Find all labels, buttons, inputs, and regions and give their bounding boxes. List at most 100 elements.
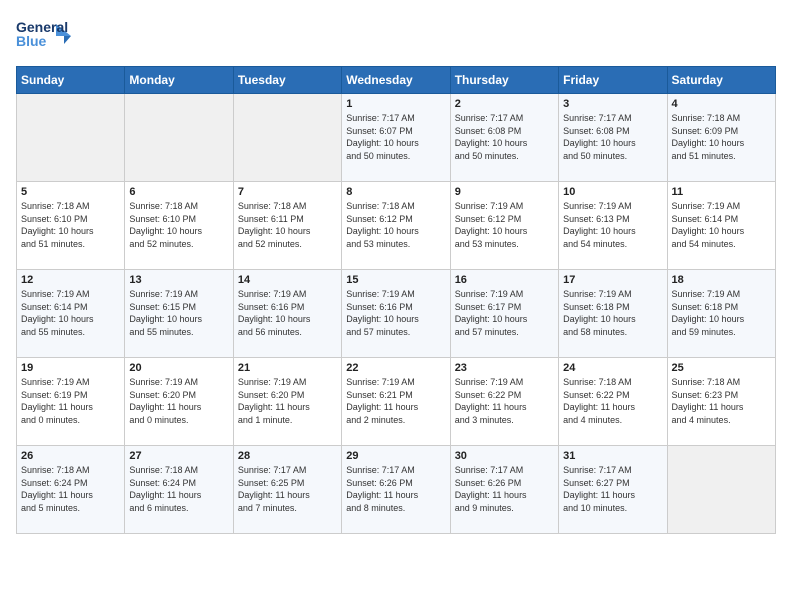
calendar-week-5: 26 Sunrise: 7:18 AM Sunset: 6:24 PM Dayli… bbox=[17, 446, 776, 534]
day-number: 29 bbox=[346, 450, 445, 462]
calendar-cell: 3 Sunrise: 7:17 AM Sunset: 6:08 PM Daylig… bbox=[559, 94, 667, 182]
day-number: 21 bbox=[238, 362, 337, 374]
calendar-cell: 22 Sunrise: 7:19 AM Sunset: 6:21 PM Dayli… bbox=[342, 358, 450, 446]
day-number: 20 bbox=[129, 362, 228, 374]
day-number: 1 bbox=[346, 98, 445, 110]
calendar-header: SundayMondayTuesdayWednesdayThursdayFrid… bbox=[17, 67, 776, 94]
day-info: Sunrise: 7:17 AM Sunset: 6:26 PM Dayligh… bbox=[455, 464, 554, 514]
logo: GeneralBlue bbox=[16, 16, 76, 56]
day-info: Sunrise: 7:19 AM Sunset: 6:16 PM Dayligh… bbox=[346, 288, 445, 338]
weekday-header-thursday: Thursday bbox=[450, 67, 558, 94]
calendar-table: SundayMondayTuesdayWednesdayThursdayFrid… bbox=[16, 66, 776, 534]
day-info: Sunrise: 7:19 AM Sunset: 6:18 PM Dayligh… bbox=[672, 288, 771, 338]
day-info: Sunrise: 7:19 AM Sunset: 6:19 PM Dayligh… bbox=[21, 376, 120, 426]
day-number: 7 bbox=[238, 186, 337, 198]
calendar-cell: 14 Sunrise: 7:19 AM Sunset: 6:16 PM Dayli… bbox=[233, 270, 341, 358]
calendar-cell: 28 Sunrise: 7:17 AM Sunset: 6:25 PM Dayli… bbox=[233, 446, 341, 534]
day-info: Sunrise: 7:19 AM Sunset: 6:14 PM Dayligh… bbox=[21, 288, 120, 338]
calendar-cell: 6 Sunrise: 7:18 AM Sunset: 6:10 PM Daylig… bbox=[125, 182, 233, 270]
calendar-cell: 12Sunrise: 7:19 AM Sunset: 6:14 PM Dayli… bbox=[17, 270, 125, 358]
svg-text:Blue: Blue bbox=[16, 33, 47, 49]
calendar-cell: 30 Sunrise: 7:17 AM Sunset: 6:26 PM Dayli… bbox=[450, 446, 558, 534]
calendar-week-3: 12Sunrise: 7:19 AM Sunset: 6:14 PM Dayli… bbox=[17, 270, 776, 358]
day-number: 8 bbox=[346, 186, 445, 198]
calendar-cell: 2Sunrise: 7:17 AM Sunset: 6:08 PM Daylig… bbox=[450, 94, 558, 182]
day-number: 4 bbox=[672, 98, 771, 110]
day-info: Sunrise: 7:19 AM Sunset: 6:20 PM Dayligh… bbox=[129, 376, 228, 426]
day-info: Sunrise: 7:19 AM Sunset: 6:21 PM Dayligh… bbox=[346, 376, 445, 426]
calendar-cell: 1 Sunrise: 7:17 AM Sunset: 6:07 PM Daylig… bbox=[342, 94, 450, 182]
calendar-cell: 17Sunrise: 7:19 AM Sunset: 6:18 PM Dayli… bbox=[559, 270, 667, 358]
day-number: 30 bbox=[455, 450, 554, 462]
day-number: 26 bbox=[21, 450, 120, 462]
day-number: 27 bbox=[129, 450, 228, 462]
day-info: Sunrise: 7:17 AM Sunset: 6:25 PM Dayligh… bbox=[238, 464, 337, 514]
day-info: Sunrise: 7:19 AM Sunset: 6:14 PM Dayligh… bbox=[672, 200, 771, 250]
calendar-cell: 18 Sunrise: 7:19 AM Sunset: 6:18 PM Dayli… bbox=[667, 270, 775, 358]
weekday-header-row: SundayMondayTuesdayWednesdayThursdayFrid… bbox=[17, 67, 776, 94]
day-number: 31 bbox=[563, 450, 662, 462]
calendar-cell bbox=[667, 446, 775, 534]
day-number: 16 bbox=[455, 274, 554, 286]
weekday-header-wednesday: Wednesday bbox=[342, 67, 450, 94]
day-info: Sunrise: 7:17 AM Sunset: 6:08 PM Dayligh… bbox=[563, 112, 662, 162]
day-number: 18 bbox=[672, 274, 771, 286]
day-number: 6 bbox=[129, 186, 228, 198]
day-info: Sunrise: 7:18 AM Sunset: 6:09 PM Dayligh… bbox=[672, 112, 771, 162]
day-info: Sunrise: 7:18 AM Sunset: 6:24 PM Dayligh… bbox=[129, 464, 228, 514]
calendar-cell: 4 Sunrise: 7:18 AM Sunset: 6:09 PM Daylig… bbox=[667, 94, 775, 182]
day-number: 14 bbox=[238, 274, 337, 286]
calendar-cell: 9Sunrise: 7:19 AM Sunset: 6:12 PM Daylig… bbox=[450, 182, 558, 270]
day-info: Sunrise: 7:18 AM Sunset: 6:10 PM Dayligh… bbox=[129, 200, 228, 250]
day-info: Sunrise: 7:19 AM Sunset: 6:13 PM Dayligh… bbox=[563, 200, 662, 250]
day-number: 10 bbox=[563, 186, 662, 198]
day-number: 22 bbox=[346, 362, 445, 374]
day-number: 25 bbox=[672, 362, 771, 374]
calendar-cell bbox=[125, 94, 233, 182]
day-number: 13 bbox=[129, 274, 228, 286]
day-number: 3 bbox=[563, 98, 662, 110]
day-info: Sunrise: 7:18 AM Sunset: 6:12 PM Dayligh… bbox=[346, 200, 445, 250]
day-info: Sunrise: 7:19 AM Sunset: 6:20 PM Dayligh… bbox=[238, 376, 337, 426]
logo-svg: GeneralBlue bbox=[16, 16, 76, 56]
calendar-cell: 31 Sunrise: 7:17 AM Sunset: 6:27 PM Dayli… bbox=[559, 446, 667, 534]
calendar-cell: 27 Sunrise: 7:18 AM Sunset: 6:24 PM Dayli… bbox=[125, 446, 233, 534]
day-info: Sunrise: 7:17 AM Sunset: 6:26 PM Dayligh… bbox=[346, 464, 445, 514]
calendar-cell bbox=[17, 94, 125, 182]
day-number: 19 bbox=[21, 362, 120, 374]
weekday-header-saturday: Saturday bbox=[667, 67, 775, 94]
calendar-cell: 25 Sunrise: 7:18 AM Sunset: 6:23 PM Dayli… bbox=[667, 358, 775, 446]
day-info: Sunrise: 7:18 AM Sunset: 6:24 PM Dayligh… bbox=[21, 464, 120, 514]
day-info: Sunrise: 7:18 AM Sunset: 6:10 PM Dayligh… bbox=[21, 200, 120, 250]
calendar-cell: 5 Sunrise: 7:18 AM Sunset: 6:10 PM Daylig… bbox=[17, 182, 125, 270]
calendar-cell: 29 Sunrise: 7:17 AM Sunset: 6:26 PM Dayli… bbox=[342, 446, 450, 534]
page-header: GeneralBlue bbox=[16, 16, 776, 56]
day-info: Sunrise: 7:19 AM Sunset: 6:18 PM Dayligh… bbox=[563, 288, 662, 338]
day-info: Sunrise: 7:18 AM Sunset: 6:23 PM Dayligh… bbox=[672, 376, 771, 426]
calendar-cell: 16Sunrise: 7:19 AM Sunset: 6:17 PM Dayli… bbox=[450, 270, 558, 358]
day-info: Sunrise: 7:19 AM Sunset: 6:15 PM Dayligh… bbox=[129, 288, 228, 338]
day-info: Sunrise: 7:19 AM Sunset: 6:22 PM Dayligh… bbox=[455, 376, 554, 426]
day-number: 9 bbox=[455, 186, 554, 198]
day-info: Sunrise: 7:18 AM Sunset: 6:22 PM Dayligh… bbox=[563, 376, 662, 426]
day-number: 24 bbox=[563, 362, 662, 374]
day-number: 5 bbox=[21, 186, 120, 198]
day-info: Sunrise: 7:17 AM Sunset: 6:27 PM Dayligh… bbox=[563, 464, 662, 514]
weekday-header-monday: Monday bbox=[125, 67, 233, 94]
day-number: 11 bbox=[672, 186, 771, 198]
calendar-cell: 11 Sunrise: 7:19 AM Sunset: 6:14 PM Dayli… bbox=[667, 182, 775, 270]
day-number: 28 bbox=[238, 450, 337, 462]
calendar-cell: 21 Sunrise: 7:19 AM Sunset: 6:20 PM Dayli… bbox=[233, 358, 341, 446]
day-info: Sunrise: 7:19 AM Sunset: 6:16 PM Dayligh… bbox=[238, 288, 337, 338]
calendar-week-4: 19 Sunrise: 7:19 AM Sunset: 6:19 PM Dayli… bbox=[17, 358, 776, 446]
day-number: 2 bbox=[455, 98, 554, 110]
calendar-cell: 23Sunrise: 7:19 AM Sunset: 6:22 PM Dayli… bbox=[450, 358, 558, 446]
calendar-cell: 13 Sunrise: 7:19 AM Sunset: 6:15 PM Dayli… bbox=[125, 270, 233, 358]
calendar-cell: 15Sunrise: 7:19 AM Sunset: 6:16 PM Dayli… bbox=[342, 270, 450, 358]
day-info: Sunrise: 7:17 AM Sunset: 6:07 PM Dayligh… bbox=[346, 112, 445, 162]
calendar-cell: 20 Sunrise: 7:19 AM Sunset: 6:20 PM Dayli… bbox=[125, 358, 233, 446]
day-info: Sunrise: 7:18 AM Sunset: 6:11 PM Dayligh… bbox=[238, 200, 337, 250]
calendar-week-1: 1 Sunrise: 7:17 AM Sunset: 6:07 PM Daylig… bbox=[17, 94, 776, 182]
calendar-week-2: 5 Sunrise: 7:18 AM Sunset: 6:10 PM Daylig… bbox=[17, 182, 776, 270]
calendar-cell: 24 Sunrise: 7:18 AM Sunset: 6:22 PM Dayli… bbox=[559, 358, 667, 446]
